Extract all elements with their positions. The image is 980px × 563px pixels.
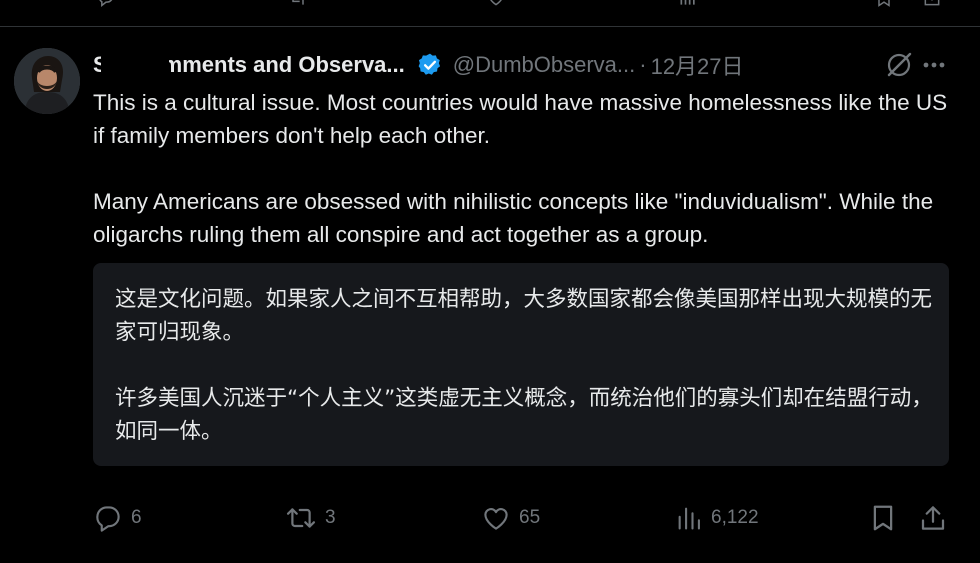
like-button[interactable]: 65 (481, 498, 540, 538)
repost-icon (286, 508, 316, 528)
like-count: 65 (519, 507, 541, 528)
bookmark-button[interactable] (868, 498, 898, 538)
separator-dot: · (639, 52, 647, 77)
translation-paragraph: 许多美国人沉迷于“个人主义”这类虚无主义概念，而统治他们的寡头们却在结盟行动，如… (115, 386, 933, 444)
divider (0, 26, 980, 27)
reply-count: 6 (131, 507, 142, 528)
user-handle[interactable]: @DumbObserva... (453, 52, 636, 78)
views-icon (678, 507, 700, 530)
like-icon[interactable] (486, 0, 506, 8)
repost-button[interactable]: 3 (285, 498, 336, 538)
views-icon[interactable] (678, 0, 698, 8)
avatar[interactable] (14, 48, 80, 114)
share-button[interactable] (918, 498, 948, 538)
tweet-text: This is a cultural issue. Most countries… (93, 86, 963, 251)
translation-text: 这是文化问题。如果家人之间不互相帮助，大多数国家都会像美国那样出现大规模的无家可… (115, 283, 935, 448)
grok-icon[interactable] (884, 50, 914, 80)
avatar-image (14, 48, 80, 114)
verified-badge-icon (418, 53, 440, 75)
translation-box: 这是文化问题。如果家人之间不互相帮助，大多数国家都会像美国那样出现大规模的无家可… (93, 263, 949, 466)
previous-tweet-actions (0, 0, 980, 26)
share-icon[interactable] (922, 0, 942, 8)
tweet-paragraph: This is a cultural issue. Most countries… (93, 90, 948, 148)
views-count: 6,122 (711, 507, 759, 528)
tweet-date[interactable]: 12月27日 (651, 49, 744, 81)
bookmark-icon[interactable] (874, 0, 894, 8)
share-icon (921, 506, 945, 530)
like-icon (484, 508, 508, 530)
redaction-mark (101, 54, 169, 80)
repost-count: 3 (325, 507, 336, 528)
bookmark-icon (873, 505, 893, 531)
tweet-paragraph: Many Americans are obsessed with nihilis… (93, 189, 934, 247)
tweet-actions: 6 3 65 6,122 (0, 498, 980, 538)
display-name[interactable]: S d Comments and Observa... (93, 52, 405, 80)
reply-button[interactable]: 6 (93, 498, 142, 538)
reply-icon (96, 506, 120, 532)
reply-icon[interactable] (96, 0, 116, 8)
tweet-header: S d Comments and Observa... @DumbObserva… (93, 48, 960, 82)
translation-paragraph: 这是文化问题。如果家人之间不互相帮助，大多数国家都会像美国那样出现大规模的无家可… (115, 287, 933, 345)
repost-icon[interactable] (288, 0, 308, 8)
more-icon[interactable] (920, 51, 948, 79)
views-button[interactable]: 6,122 (675, 498, 759, 538)
